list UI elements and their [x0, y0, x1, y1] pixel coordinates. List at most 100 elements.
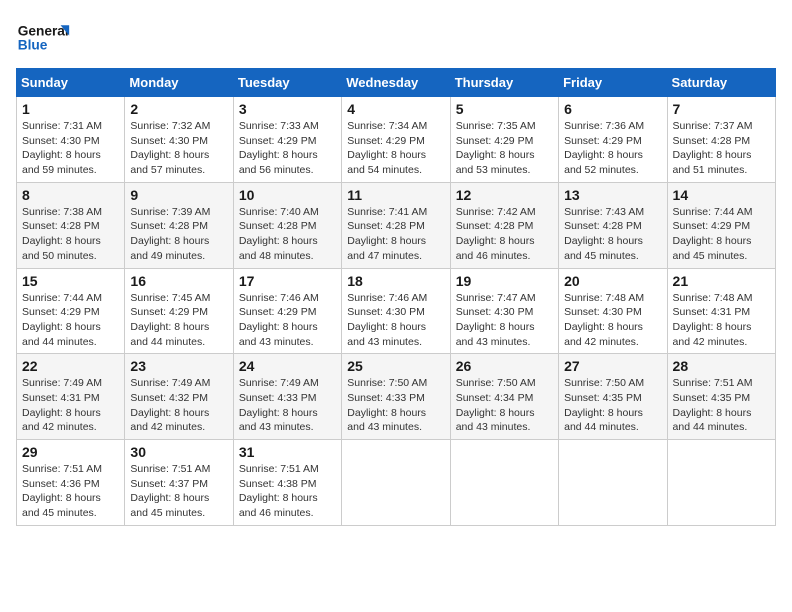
calendar-cell: 22 Sunrise: 7:49 AMSunset: 4:31 PMDayligh… — [17, 354, 125, 440]
day-number: 11 — [347, 187, 444, 203]
calendar-cell: 17 Sunrise: 7:46 AMSunset: 4:29 PMDayligh… — [233, 268, 341, 354]
calendar-cell: 26Sunrise: 7:50 AMSunset: 4:34 PMDayligh… — [450, 354, 558, 440]
calendar-cell: 31Sunrise: 7:51 AMSunset: 4:38 PMDayligh… — [233, 440, 341, 526]
day-number: 8 — [22, 187, 119, 203]
calendar-cell: 7 Sunrise: 7:37 AMSunset: 4:28 PMDaylight… — [667, 97, 775, 183]
cell-info: Sunrise: 7:51 AMSunset: 4:36 PMDaylight:… — [22, 462, 119, 521]
day-number: 25 — [347, 358, 444, 374]
calendar-cell: 25 Sunrise: 7:50 AMSunset: 4:33 PMDayligh… — [342, 354, 450, 440]
calendar-cell: 16 Sunrise: 7:45 AMSunset: 4:29 PMDayligh… — [125, 268, 233, 354]
calendar-header-row: SundayMondayTuesdayWednesdayThursdayFrid… — [17, 69, 776, 97]
day-number: 20 — [564, 273, 661, 289]
calendar-cell: 6 Sunrise: 7:36 AMSunset: 4:29 PMDaylight… — [559, 97, 667, 183]
day-number: 28 — [673, 358, 770, 374]
calendar-week-2: 8 Sunrise: 7:38 AMSunset: 4:28 PMDaylight… — [17, 182, 776, 268]
cell-info: Sunrise: 7:39 AMSunset: 4:28 PMDaylight:… — [130, 205, 227, 264]
cell-info: Sunrise: 7:44 AMSunset: 4:29 PMDaylight:… — [673, 205, 770, 264]
calendar-cell — [342, 440, 450, 526]
day-number: 16 — [130, 273, 227, 289]
logo-svg: General Blue — [16, 16, 76, 56]
cell-info: Sunrise: 7:32 AMSunset: 4:30 PMDaylight:… — [130, 119, 227, 178]
calendar-cell: 20 Sunrise: 7:48 AMSunset: 4:30 PMDayligh… — [559, 268, 667, 354]
calendar-cell: 27 Sunrise: 7:50 AMSunset: 4:35 PMDayligh… — [559, 354, 667, 440]
calendar-cell: 10 Sunrise: 7:40 AMSunset: 4:28 PMDayligh… — [233, 182, 341, 268]
cell-info: Sunrise: 7:33 AMSunset: 4:29 PMDaylight:… — [239, 119, 336, 178]
weekday-header-tuesday: Tuesday — [233, 69, 341, 97]
cell-info: Sunrise: 7:43 AMSunset: 4:28 PMDaylight:… — [564, 205, 661, 264]
calendar-week-3: 15 Sunrise: 7:44 AMSunset: 4:29 PMDayligh… — [17, 268, 776, 354]
cell-info: Sunrise: 7:38 AMSunset: 4:28 PMDaylight:… — [22, 205, 119, 264]
cell-info: Sunrise: 7:35 AMSunset: 4:29 PMDaylight:… — [456, 119, 553, 178]
day-number: 9 — [130, 187, 227, 203]
cell-info: Sunrise: 7:42 AMSunset: 4:28 PMDaylight:… — [456, 205, 553, 264]
day-number: 6 — [564, 101, 661, 117]
calendar-week-4: 22 Sunrise: 7:49 AMSunset: 4:31 PMDayligh… — [17, 354, 776, 440]
day-number: 15 — [22, 273, 119, 289]
day-number: 26 — [456, 358, 553, 374]
calendar-cell: 29Sunrise: 7:51 AMSunset: 4:36 PMDayligh… — [17, 440, 125, 526]
cell-info: Sunrise: 7:48 AMSunset: 4:31 PMDaylight:… — [673, 291, 770, 350]
calendar-cell: 30 Sunrise: 7:51 AMSunset: 4:37 PMDayligh… — [125, 440, 233, 526]
calendar-cell: 21 Sunrise: 7:48 AMSunset: 4:31 PMDayligh… — [667, 268, 775, 354]
day-number: 10 — [239, 187, 336, 203]
cell-info: Sunrise: 7:51 AMSunset: 4:35 PMDaylight:… — [673, 376, 770, 435]
day-number: 24 — [239, 358, 336, 374]
cell-info: Sunrise: 7:50 AMSunset: 4:33 PMDaylight:… — [347, 376, 444, 435]
day-number: 21 — [673, 273, 770, 289]
calendar-cell: 11 Sunrise: 7:41 AMSunset: 4:28 PMDayligh… — [342, 182, 450, 268]
weekday-header-saturday: Saturday — [667, 69, 775, 97]
day-number: 30 — [130, 444, 227, 460]
calendar-cell: 14 Sunrise: 7:44 AMSunset: 4:29 PMDayligh… — [667, 182, 775, 268]
logo: General Blue — [16, 16, 76, 56]
cell-info: Sunrise: 7:49 AMSunset: 4:33 PMDaylight:… — [239, 376, 336, 435]
day-number: 13 — [564, 187, 661, 203]
calendar-cell: 4 Sunrise: 7:34 AMSunset: 4:29 PMDaylight… — [342, 97, 450, 183]
day-number: 4 — [347, 101, 444, 117]
day-number: 27 — [564, 358, 661, 374]
cell-info: Sunrise: 7:44 AMSunset: 4:29 PMDaylight:… — [22, 291, 119, 350]
calendar-cell: 24 Sunrise: 7:49 AMSunset: 4:33 PMDayligh… — [233, 354, 341, 440]
calendar-cell — [559, 440, 667, 526]
calendar-cell: 8 Sunrise: 7:38 AMSunset: 4:28 PMDaylight… — [17, 182, 125, 268]
day-number: 2 — [130, 101, 227, 117]
cell-info: Sunrise: 7:50 AMSunset: 4:35 PMDaylight:… — [564, 376, 661, 435]
cell-info: Sunrise: 7:47 AMSunset: 4:30 PMDaylight:… — [456, 291, 553, 350]
cell-info: Sunrise: 7:41 AMSunset: 4:28 PMDaylight:… — [347, 205, 444, 264]
weekday-header-wednesday: Wednesday — [342, 69, 450, 97]
calendar-cell: 23Sunrise: 7:49 AMSunset: 4:32 PMDayligh… — [125, 354, 233, 440]
cell-info: Sunrise: 7:49 AMSunset: 4:32 PMDaylight:… — [130, 376, 227, 435]
calendar-week-1: 1 Sunrise: 7:31 AMSunset: 4:30 PMDaylight… — [17, 97, 776, 183]
cell-info: Sunrise: 7:51 AMSunset: 4:38 PMDaylight:… — [239, 462, 336, 521]
day-number: 19 — [456, 273, 553, 289]
day-number: 3 — [239, 101, 336, 117]
calendar-cell — [450, 440, 558, 526]
weekday-header-monday: Monday — [125, 69, 233, 97]
calendar-cell: 15 Sunrise: 7:44 AMSunset: 4:29 PMDayligh… — [17, 268, 125, 354]
calendar-cell: 12 Sunrise: 7:42 AMSunset: 4:28 PMDayligh… — [450, 182, 558, 268]
cell-info: Sunrise: 7:40 AMSunset: 4:28 PMDaylight:… — [239, 205, 336, 264]
day-number: 12 — [456, 187, 553, 203]
cell-info: Sunrise: 7:46 AMSunset: 4:29 PMDaylight:… — [239, 291, 336, 350]
day-number: 22 — [22, 358, 119, 374]
cell-info: Sunrise: 7:31 AMSunset: 4:30 PMDaylight:… — [22, 119, 119, 178]
calendar-cell: 3 Sunrise: 7:33 AMSunset: 4:29 PMDaylight… — [233, 97, 341, 183]
cell-info: Sunrise: 7:51 AMSunset: 4:37 PMDaylight:… — [130, 462, 227, 521]
calendar-cell: 2 Sunrise: 7:32 AMSunset: 4:30 PMDaylight… — [125, 97, 233, 183]
day-number: 1 — [22, 101, 119, 117]
calendar-cell: 13 Sunrise: 7:43 AMSunset: 4:28 PMDayligh… — [559, 182, 667, 268]
cell-info: Sunrise: 7:45 AMSunset: 4:29 PMDaylight:… — [130, 291, 227, 350]
cell-info: Sunrise: 7:46 AMSunset: 4:30 PMDaylight:… — [347, 291, 444, 350]
cell-info: Sunrise: 7:49 AMSunset: 4:31 PMDaylight:… — [22, 376, 119, 435]
calendar-cell: 1 Sunrise: 7:31 AMSunset: 4:30 PMDaylight… — [17, 97, 125, 183]
calendar-week-5: 29Sunrise: 7:51 AMSunset: 4:36 PMDayligh… — [17, 440, 776, 526]
calendar-cell — [667, 440, 775, 526]
day-number: 17 — [239, 273, 336, 289]
cell-info: Sunrise: 7:37 AMSunset: 4:28 PMDaylight:… — [673, 119, 770, 178]
calendar-cell: 18Sunrise: 7:46 AMSunset: 4:30 PMDayligh… — [342, 268, 450, 354]
cell-info: Sunrise: 7:36 AMSunset: 4:29 PMDaylight:… — [564, 119, 661, 178]
day-number: 7 — [673, 101, 770, 117]
calendar-cell: 19 Sunrise: 7:47 AMSunset: 4:30 PMDayligh… — [450, 268, 558, 354]
cell-info: Sunrise: 7:34 AMSunset: 4:29 PMDaylight:… — [347, 119, 444, 178]
cell-info: Sunrise: 7:48 AMSunset: 4:30 PMDaylight:… — [564, 291, 661, 350]
day-number: 14 — [673, 187, 770, 203]
